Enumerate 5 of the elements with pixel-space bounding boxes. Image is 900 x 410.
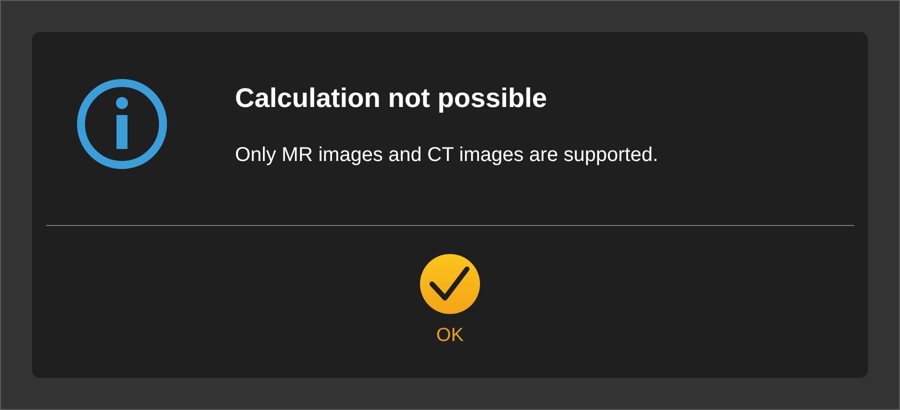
ok-button[interactable]: OK <box>419 253 481 347</box>
checkmark-icon <box>419 253 481 315</box>
info-icon <box>76 78 168 170</box>
dialog-message: Only MR images and CT images are supported. <box>235 144 658 167</box>
dialog-title: Calculation not possible <box>235 83 548 114</box>
